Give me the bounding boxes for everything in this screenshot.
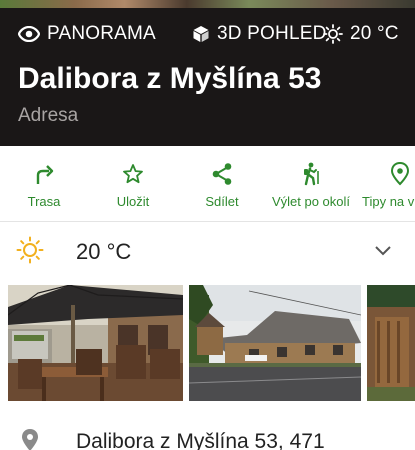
location-pin-icon — [390, 162, 410, 186]
weather-row[interactable]: 20 °C — [0, 223, 415, 281]
cube-icon — [193, 26, 209, 42]
address-row[interactable]: Dalibora z Myšlína 53, 471 — [0, 414, 415, 450]
star-icon — [123, 164, 143, 184]
route-label: Trasa — [27, 194, 61, 209]
address-text: Dalibora z Myšlína 53, 471 — [76, 430, 325, 450]
chevron-down-icon[interactable] — [374, 245, 392, 257]
location-pin-icon — [22, 429, 38, 450]
save-button[interactable]: Uložit — [103, 146, 163, 222]
cottage-street-photo[interactable] — [189, 285, 361, 401]
nearby-trip-button[interactable]: Výlet po okolí — [264, 146, 358, 222]
eye-icon — [18, 26, 40, 42]
save-label: Uložit — [116, 194, 150, 209]
header-photo[interactable] — [0, 0, 415, 8]
panorama-label: PANORAMA — [47, 23, 156, 44]
weather-label: 20 °C — [350, 23, 399, 44]
route-button[interactable]: Trasa — [14, 146, 74, 222]
tips-label: Tipy na v — [362, 194, 415, 209]
action-bar: Trasa Uložit Sdílet Výlet po okolí Tipy … — [0, 146, 415, 222]
share-button[interactable]: Sdílet — [192, 146, 252, 222]
photo-gallery — [0, 285, 415, 401]
weather-chip[interactable]: 20 °C — [323, 20, 399, 48]
share-icon — [212, 163, 232, 185]
place-header: PANORAMA 3D POHLED 20 °C Dalibora z Myšl… — [0, 8, 415, 146]
panorama-button[interactable]: PANORAMA — [18, 20, 156, 48]
terrace-umbrella-photo[interactable] — [8, 285, 183, 401]
page-subtitle: Adresa — [18, 105, 79, 126]
sun-icon — [16, 236, 44, 264]
3d-view-label: 3D POHLED — [217, 23, 327, 44]
header-actions: PANORAMA 3D POHLED 20 °C — [0, 20, 415, 48]
3d-view-button[interactable]: 3D POHLED — [192, 20, 327, 48]
gate-photo[interactable] — [367, 285, 415, 401]
tips-button[interactable]: Tipy na v — [362, 146, 415, 222]
share-label: Sdílet — [205, 194, 239, 209]
nearby-trip-label: Výlet po okolí — [271, 194, 351, 209]
page-title: Dalibora z Myšlína 53 — [18, 62, 322, 95]
hiker-icon — [304, 162, 319, 186]
sun-icon — [323, 24, 343, 44]
weather-temperature: 20 °C — [76, 239, 132, 264]
route-icon — [36, 165, 54, 184]
